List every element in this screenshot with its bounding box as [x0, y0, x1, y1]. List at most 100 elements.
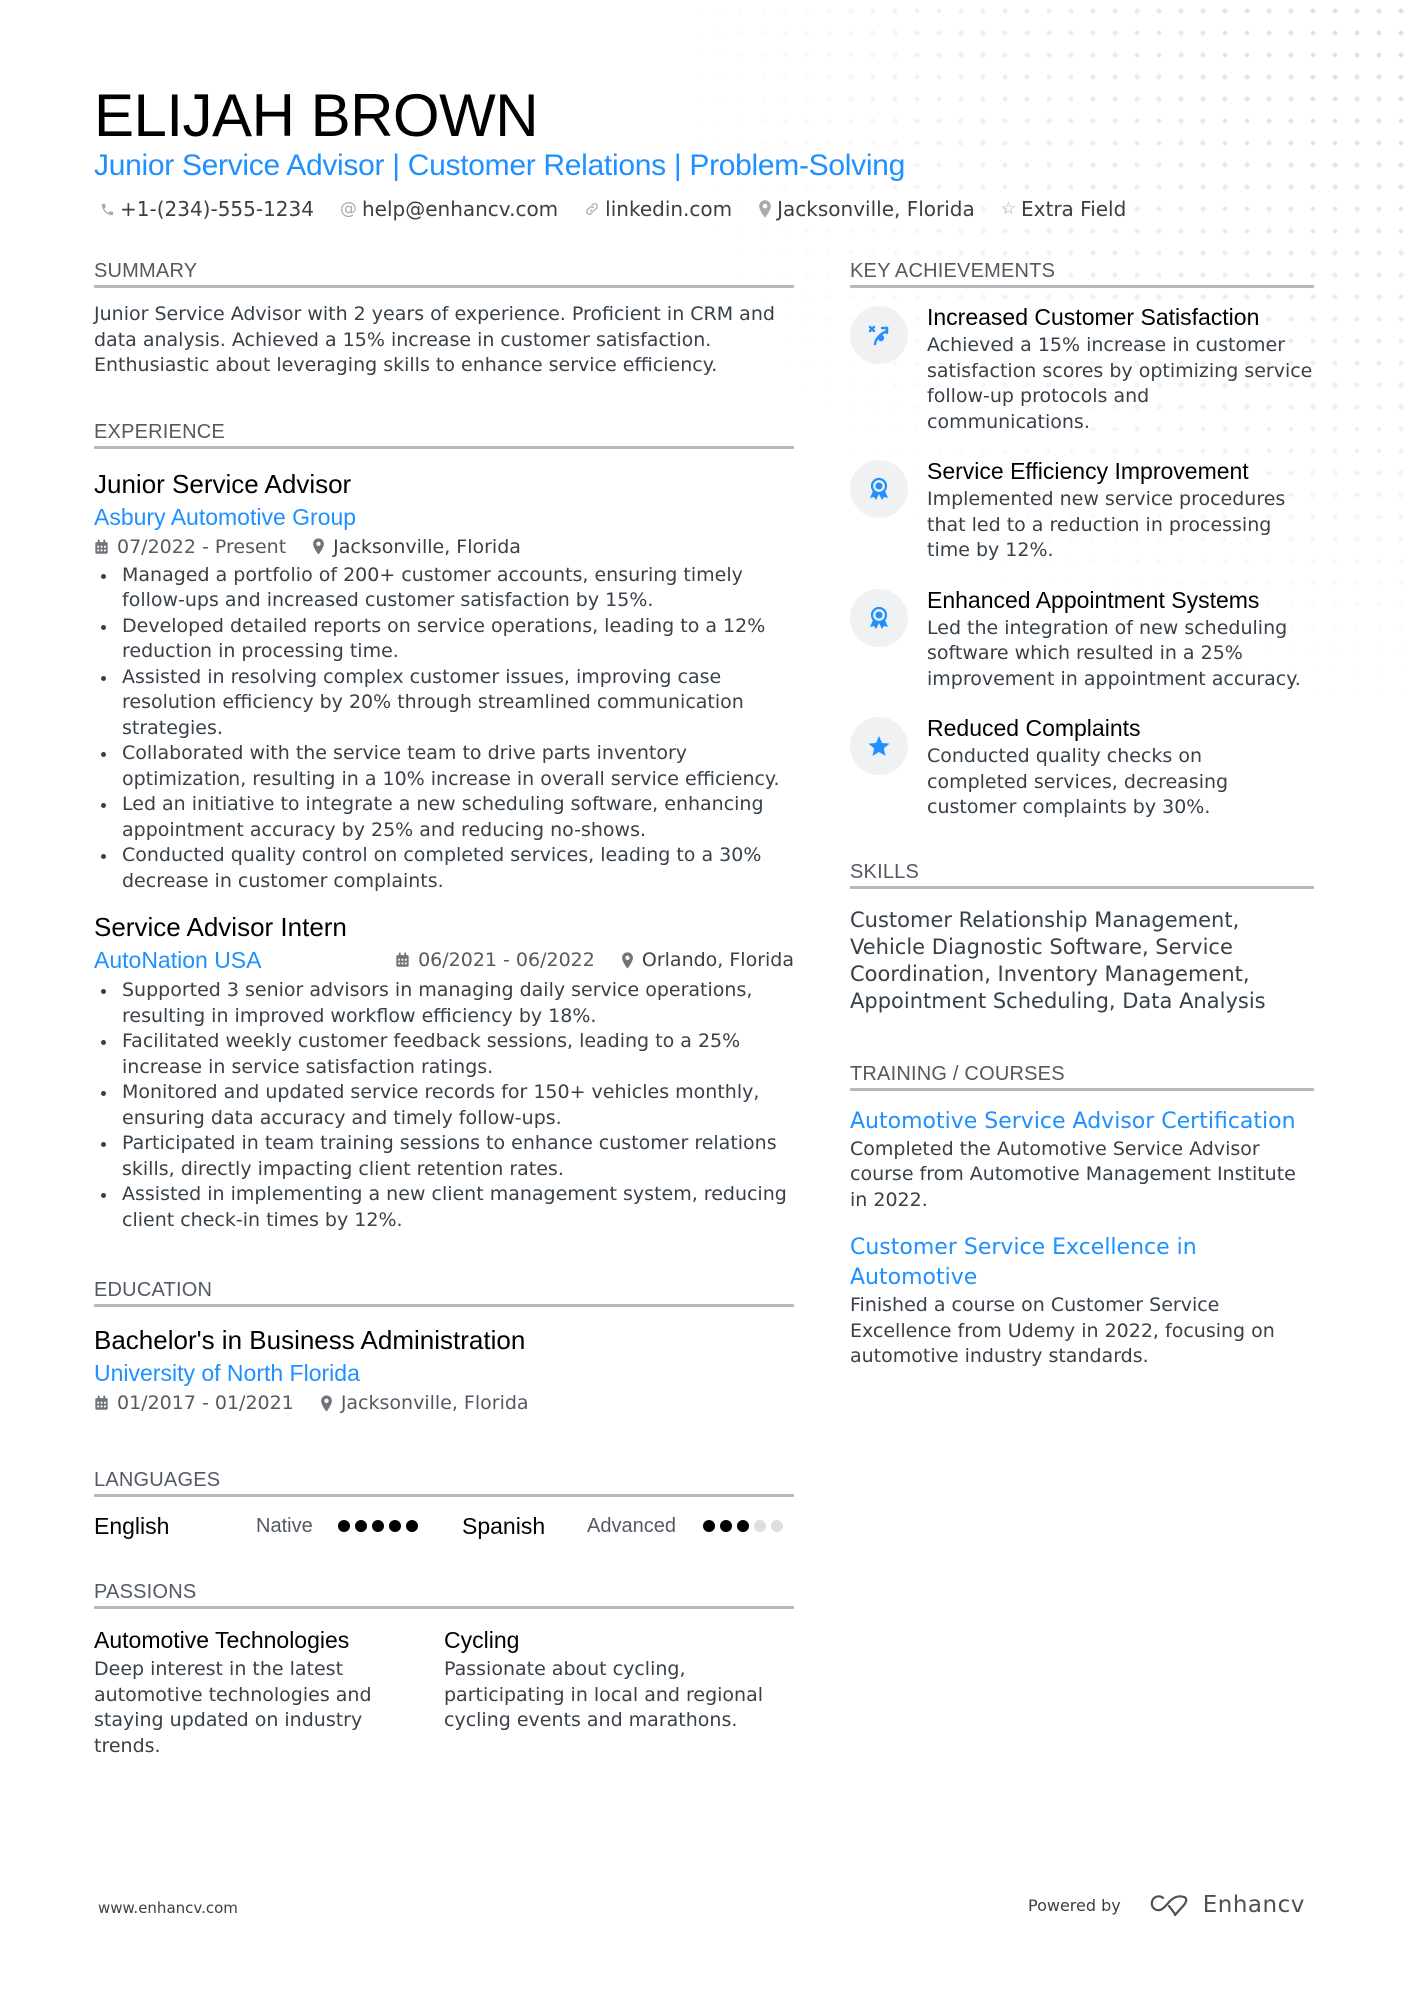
- bullet-item: Conducted quality control on completed s…: [94, 843, 794, 894]
- job-title: Service Advisor Intern: [94, 912, 347, 942]
- achievements-section: KEY ACHIEVEMENTS Increased Customer Sati…: [850, 258, 1314, 821]
- bullet-item: Supported 3 senior advisors in managing …: [94, 978, 794, 1029]
- bullet-item: Led an initiative to integrate a new sch…: [94, 792, 794, 843]
- company-name[interactable]: AutoNation USA: [94, 944, 261, 976]
- candidate-tagline: Junior Service Advisor | Customer Relati…: [94, 149, 905, 182]
- course-title[interactable]: Automotive Service Advisor Certification: [850, 1107, 1314, 1137]
- job-bullets: Managed a portfolio of 200+ customer acc…: [94, 563, 794, 895]
- section-divider: [94, 1494, 794, 1497]
- skills-section: SKILLS Customer Relationship Management,…: [850, 859, 1314, 1015]
- job-title: Junior Service Advisor: [94, 468, 352, 499]
- section-title-languages: LANGUAGES: [94, 1469, 221, 1491]
- rating-dot-filled: [355, 1520, 367, 1532]
- achievement-body: Reduced Complaints Conducted quality che…: [927, 713, 1257, 821]
- bullet-item: Collaborated with the service team to dr…: [94, 741, 794, 792]
- summary-section: SUMMARY Junior Service Advisor with 2 ye…: [94, 258, 794, 379]
- section-divider: [94, 445, 794, 449]
- course-title[interactable]: Customer Service Excellence in Automotiv…: [850, 1233, 1314, 1293]
- location-pin-icon: [312, 538, 325, 555]
- rating-dot-filled: [372, 1520, 384, 1532]
- language-name: English: [94, 1512, 170, 1539]
- experience-section: EXPERIENCE Junior Service Advisor Asbury…: [94, 419, 794, 1234]
- education-location-text: Jacksonville, Florida: [340, 1392, 529, 1414]
- course-item: Customer Service Excellence in Automotiv…: [850, 1233, 1314, 1370]
- rating-dot-filled: [338, 1520, 350, 1532]
- rating-dot-empty: [754, 1520, 766, 1532]
- job-meta: 06/2021 - 06/2022 Orlando, Florida: [395, 946, 794, 974]
- summary-text: Junior Service Advisor with 2 years of e…: [94, 303, 775, 376]
- section-divider: [94, 285, 794, 288]
- job-dates-text: 07/2022 - Present: [117, 535, 287, 558]
- enhancv-logo-icon: [1150, 1895, 1188, 1917]
- company-name[interactable]: Asbury Automotive Group: [94, 501, 794, 533]
- section-divider: [94, 1304, 794, 1307]
- achievement-desc: Conducted quality checks on completed se…: [927, 745, 1229, 818]
- section-divider: [94, 1606, 794, 1609]
- rating-dot-filled: [406, 1520, 418, 1532]
- job-bullets: Supported 3 senior advisors in managing …: [94, 978, 794, 1233]
- job-entry: Service Advisor Intern AutoNation USA 06…: [94, 910, 794, 1233]
- degree-title: Bachelor's in Business Administration: [94, 1325, 526, 1355]
- section-title-skills: SKILLS: [850, 860, 920, 883]
- rating-dot-filled: [389, 1520, 401, 1532]
- rating-dot-empty: [771, 1520, 783, 1532]
- education-section: EDUCATION Bachelor's in Business Adminis…: [94, 1277, 794, 1417]
- phone-icon: [100, 202, 115, 217]
- passions-list: Automotive Technologies Deep interest in…: [94, 1625, 794, 1759]
- contact-email-text: help@enhancv.com: [361, 197, 559, 221]
- section-title-passions: PASSIONS: [94, 1581, 197, 1603]
- section-divider: [850, 885, 1314, 889]
- languages-row: English Native Spanish Advanced: [94, 1511, 794, 1541]
- job-location-text: Orlando, Florida: [641, 949, 794, 971]
- language-rating: [338, 1520, 418, 1532]
- calendar-icon: [94, 1395, 109, 1411]
- enhancv-brand[interactable]: Enhancv: [1147, 1892, 1305, 1918]
- contact-linkedin[interactable]: linkedin.com: [584, 197, 732, 221]
- contact-extra-text: Extra Field: [1021, 197, 1127, 221]
- right-column: KEY ACHIEVEMENTS Increased Customer Sati…: [850, 258, 1314, 1370]
- skills-text: Customer Relationship Management, Vehicl…: [850, 907, 1266, 1013]
- school-name[interactable]: University of North Florida: [94, 1357, 794, 1389]
- section-divider: [850, 1087, 1314, 1091]
- section-title-achievements: KEY ACHIEVEMENTS: [850, 260, 1056, 282]
- job-meta: 07/2022 - Present Jacksonville, Florida: [94, 533, 794, 561]
- achievement-item: Service Efficiency Improvement Implement…: [850, 456, 1314, 564]
- course-desc: Finished a course on Customer Service Ex…: [850, 1294, 1275, 1367]
- education-dates: 01/2017 - 01/2021: [94, 1389, 294, 1417]
- rating-dot-filled: [737, 1520, 749, 1532]
- footer-website[interactable]: www.enhancv.com: [98, 1899, 238, 1917]
- link-icon: [584, 201, 600, 217]
- award-medal-icon: [850, 460, 908, 518]
- achievement-desc: Achieved a 15% increase in customer sati…: [927, 334, 1313, 433]
- contact-location-text: Jacksonville, Florida: [777, 197, 975, 221]
- job-location: Orlando, Florida: [621, 946, 794, 974]
- brand-name: Enhancv: [1202, 1892, 1305, 1918]
- calendar-icon: [94, 539, 109, 555]
- bullet-item: Monitored and updated service records fo…: [94, 1080, 794, 1131]
- achievement-item: Reduced Complaints Conducted quality che…: [850, 713, 1314, 821]
- achievement-desc: Implemented new service procedures that …: [927, 488, 1286, 561]
- achievement-title: Service Efficiency Improvement: [927, 458, 1249, 484]
- bullet-item: Assisted in resolving complex customer i…: [94, 665, 794, 742]
- location-pin-icon: [621, 951, 634, 969]
- course-item: Automotive Service Advisor Certification…: [850, 1107, 1314, 1214]
- training-section: TRAINING / COURSES Automotive Service Ad…: [850, 1061, 1314, 1370]
- language-level: Advanced: [587, 1514, 676, 1537]
- section-title-training: TRAINING / COURSES: [850, 1062, 1065, 1085]
- contact-phone[interactable]: +1-(234)-555-1234: [100, 197, 314, 221]
- achievement-title: Increased Customer Satisfaction: [927, 304, 1260, 330]
- course-desc: Completed the Automotive Service Advisor…: [850, 1137, 1296, 1211]
- footer-powered-by: Powered by Enhancv: [1028, 1892, 1305, 1918]
- job-location: Jacksonville, Florida: [312, 533, 521, 561]
- achievement-body: Increased Customer Satisfaction Achieved…: [927, 302, 1317, 435]
- candidate-name: ELIJAH BROWN: [94, 82, 539, 149]
- education-location: Jacksonville, Florida: [320, 1389, 529, 1417]
- star-outline-icon: ☆: [1000, 199, 1016, 219]
- star-icon: [850, 717, 908, 775]
- section-title-experience: EXPERIENCE: [94, 420, 225, 443]
- job-company-row: AutoNation USA 06/2021 - 06/2022 Orlando…: [94, 944, 794, 976]
- language-level: Native: [256, 1514, 313, 1537]
- achievement-body: Enhanced Appointment Systems Led the int…: [927, 585, 1317, 693]
- contact-email[interactable]: @ help@enhancv.com: [340, 197, 558, 221]
- section-title-summary: SUMMARY: [94, 260, 198, 282]
